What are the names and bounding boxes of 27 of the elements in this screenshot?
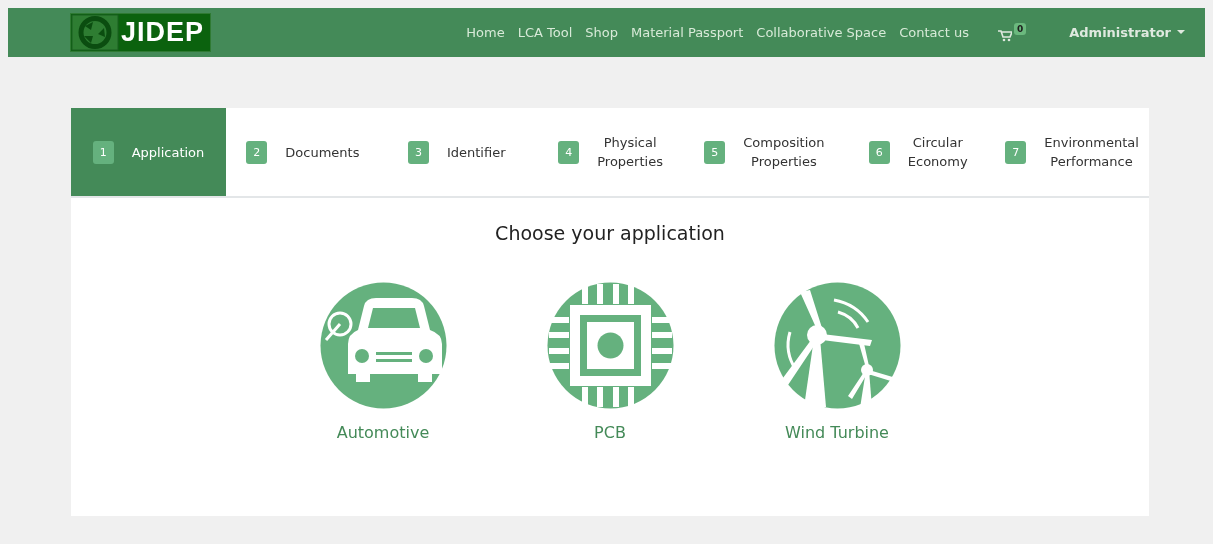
nav-link[interactable]: Home	[466, 25, 505, 40]
section-heading: Choose your application	[494, 222, 726, 244]
step-number: 3	[407, 140, 429, 164]
nav-link[interactable]: Material Passport	[630, 25, 744, 40]
car-icon[interactable]	[319, 282, 447, 409]
wind-turbine-icon[interactable]	[773, 282, 901, 409]
application-label[interactable]: PCB	[594, 423, 626, 442]
step-number: 7	[1005, 140, 1027, 164]
application-label[interactable]: Automotive	[336, 423, 430, 442]
nav-link[interactable]: Collaborative Space	[756, 25, 887, 40]
nav-link[interactable]: Contact us	[899, 25, 969, 40]
step-number: 6	[868, 140, 890, 164]
nav-link[interactable]: Shop	[585, 25, 618, 40]
recycle-icon	[71, 14, 121, 51]
step-number: 5	[704, 140, 726, 164]
chip-icon[interactable]	[546, 282, 674, 409]
cart-count-badge: 0	[1013, 23, 1027, 35]
step-number: 4	[558, 140, 580, 164]
logo[interactable]: JIDEP	[70, 13, 212, 52]
user-menu[interactable]: Administrator	[1069, 25, 1185, 40]
caret-icon	[1177, 30, 1185, 35]
step-number: 2	[246, 140, 268, 164]
cart-icon[interactable]	[997, 30, 1012, 42]
step-tab[interactable]: 1 Application	[71, 108, 226, 196]
application-label[interactable]: Wind Turbine	[785, 423, 889, 442]
step-number: 1	[92, 140, 114, 164]
nav-link[interactable]: LCA Tool	[517, 25, 573, 40]
